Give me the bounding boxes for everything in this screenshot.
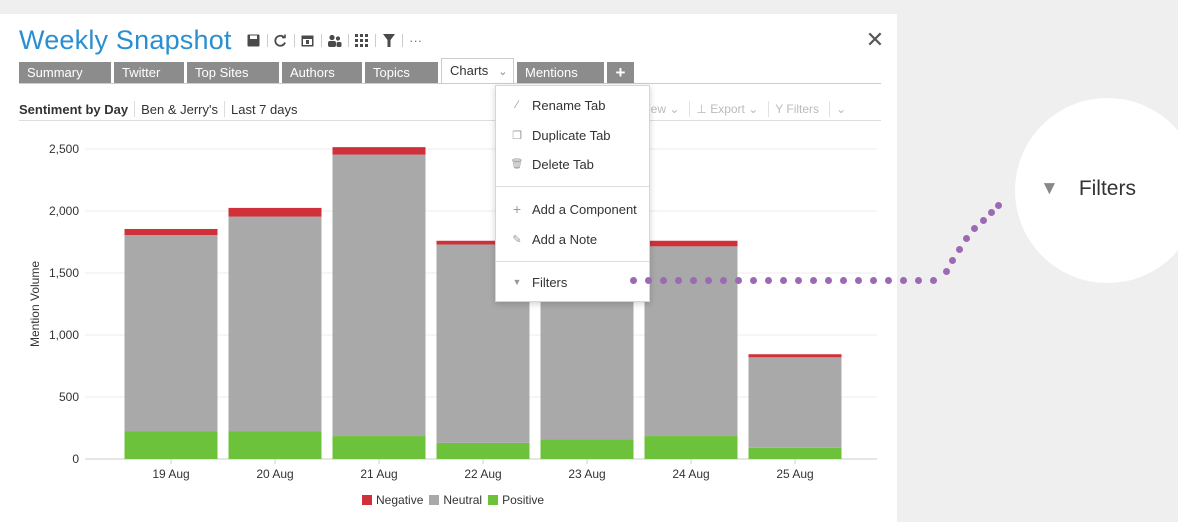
note-icon: ✎: [512, 233, 522, 246]
y-tick-label: 2,500: [49, 142, 79, 156]
connector-dot: [943, 268, 950, 275]
y-tick-label: 500: [59, 390, 79, 404]
connector-dot: [963, 235, 970, 242]
menu-item-label: Add a Component: [532, 201, 637, 217]
menu-item-label: Rename Tab: [532, 97, 606, 113]
connector-dot: [660, 277, 667, 284]
connector-dot: [988, 209, 995, 216]
connector-dot: [780, 277, 787, 284]
bar-negative: [124, 228, 218, 236]
menu-item-add-component[interactable]: + Add a Component: [496, 196, 649, 222]
bar-positive: [540, 439, 634, 459]
legend-swatch: [362, 495, 372, 505]
bar-negative: [332, 147, 426, 155]
bar-positive: [124, 431, 218, 459]
connector-dot: [915, 277, 922, 284]
connector-dot: [971, 225, 978, 232]
filter-icon: ▼: [1040, 178, 1059, 199]
legend-label: Neutral: [443, 493, 483, 507]
bar-negative: [644, 240, 738, 247]
connector-dot: [765, 277, 772, 284]
menu-item-rename-tab[interactable]: ∕ Rename Tab: [496, 92, 649, 118]
connector-dot: [995, 202, 1002, 209]
menu-item-label: Delete Tab: [532, 156, 594, 172]
bar-positive: [748, 447, 842, 459]
connector-dot: [750, 277, 757, 284]
bar-positive: [644, 436, 738, 459]
tab-context-menu: ∕ Rename Tab ❐ Duplicate Tab 🗑 Delete Tab +…: [495, 85, 650, 302]
x-tick-label: 19 Aug: [152, 467, 189, 481]
connector-dot: [980, 217, 987, 224]
bar-neutral: [748, 357, 842, 448]
connector-dot: [900, 277, 907, 284]
menu-divider: [496, 261, 649, 262]
menu-item-delete-tab[interactable]: 🗑 Delete Tab: [496, 151, 649, 177]
menu-divider: [496, 186, 649, 187]
legend-item-negative[interactable]: Negative: [362, 493, 423, 507]
menu-item-label: Filters: [532, 274, 568, 290]
connector-dot: [675, 277, 682, 284]
bar-neutral: [332, 154, 426, 437]
x-tick-label: 20 Aug: [256, 467, 293, 481]
y-axis-label: Mention Volume: [28, 261, 42, 347]
connector-dot: [705, 277, 712, 284]
connector-dot: [645, 277, 652, 284]
connector-dot: [735, 277, 742, 284]
menu-item-filters[interactable]: ▼ Filters: [496, 269, 649, 295]
legend-item-positive[interactable]: Positive: [488, 493, 544, 507]
callout-filters: ▼ Filters: [1040, 177, 1136, 201]
plus-icon: +: [512, 201, 522, 217]
menu-item-label: Add a Note: [532, 231, 598, 247]
bar-neutral: [228, 216, 322, 432]
legend-swatch: [488, 495, 499, 505]
connector-dot: [720, 277, 727, 284]
bar-negative: [228, 207, 322, 217]
legend-swatch: [429, 495, 440, 505]
legend-item-neutral[interactable]: Neutral: [429, 493, 482, 507]
pencil-icon: ∕: [516, 99, 518, 111]
connector-dot: [690, 277, 697, 284]
callout-label: Filters: [1078, 177, 1136, 200]
chart-legend: Negative Neutral Positive: [362, 492, 550, 508]
bar-neutral: [124, 235, 218, 432]
connector-dot: [956, 246, 963, 253]
connector-dot: [840, 277, 847, 284]
menu-item-add-note[interactable]: ✎ Add a Note: [496, 226, 649, 252]
connector-dot: [949, 257, 956, 264]
y-tick-label: 1,500: [49, 266, 79, 280]
x-tick-label: 25 Aug: [776, 467, 813, 481]
bar-positive: [436, 442, 530, 459]
connector-dot: [810, 277, 817, 284]
menu-item-label: Duplicate Tab: [532, 127, 611, 143]
trash-icon: 🗑: [510, 158, 524, 170]
x-tick-label: 24 Aug: [672, 467, 709, 481]
connector-dot: [825, 277, 832, 284]
x-tick-label: 23 Aug: [568, 467, 605, 481]
connector-dot: [930, 277, 937, 284]
connector-dot: [795, 277, 802, 284]
bar-negative: [748, 354, 842, 358]
legend-label: Positive: [502, 493, 545, 507]
connector-dot: [870, 277, 877, 284]
x-tick-label: 21 Aug: [360, 467, 397, 481]
connector-dot: [885, 277, 892, 284]
sentiment-chart: 0 500 1,000 1,500 2,000 2,500 Mention Volume 19…: [28, 142, 877, 481]
filter-icon: ▼: [512, 277, 522, 287]
connector-dot: [855, 277, 862, 284]
bar-positive: [332, 436, 426, 459]
legend-label: Negative: [376, 493, 424, 507]
y-tick-label: 1,000: [49, 328, 79, 342]
duplicate-icon: ❐: [512, 129, 522, 142]
y-tick-label: 0: [72, 452, 79, 466]
bar-neutral: [644, 246, 738, 437]
x-tick-label: 22 Aug: [464, 467, 501, 481]
bar-positive: [228, 431, 322, 459]
menu-item-duplicate-tab[interactable]: ❐ Duplicate Tab: [496, 122, 649, 148]
y-tick-label: 2,000: [49, 204, 79, 218]
connector-dot: [630, 277, 637, 284]
